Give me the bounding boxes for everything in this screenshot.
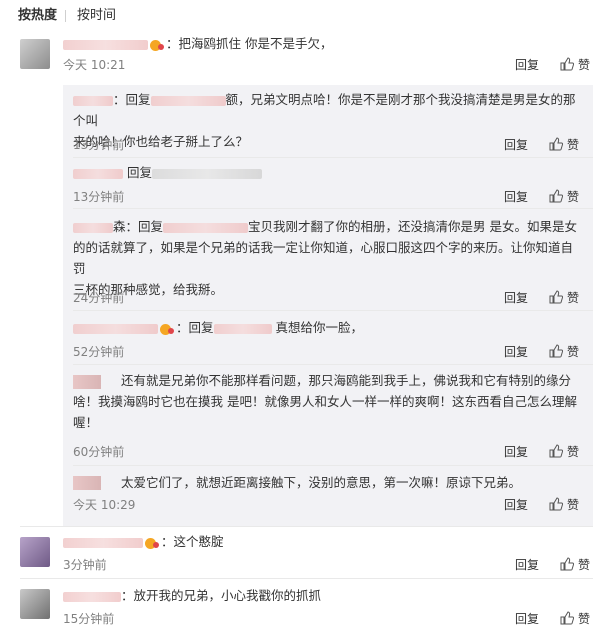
comment-text-line: ：把海鸥抓住 你是不是手欠，	[63, 33, 332, 54]
comment-text: ：这个憨腚	[161, 534, 224, 549]
reply-button[interactable]: 回复	[504, 188, 528, 205]
masked-username[interactable]	[73, 323, 158, 334]
reply-body: 宝贝我刚才翻了你的相册，还没搞清你是男 是女。如果是女	[248, 219, 577, 234]
reply-text: 还有就是兄弟你不能那样看问题，那只海鸥能到我手上，佛说我和它有特别的缘分	[121, 370, 591, 391]
sort-tabs: 按热度 按时间	[0, 0, 611, 32]
like-button[interactable]: 赞	[578, 556, 590, 573]
avatar[interactable]	[20, 537, 50, 567]
comment-item: ：把海鸥抓住 你是不是手欠， 今天 10:21 回复 赞	[0, 31, 611, 75]
masked-username[interactable]	[63, 39, 148, 50]
masked-mention[interactable]	[152, 168, 262, 179]
reply-item: ：回复 真想给你一脸， 52分钟前 回复 赞	[63, 311, 593, 363]
reply-button[interactable]: 回复	[515, 610, 539, 627]
masked-username[interactable]	[73, 168, 123, 179]
like-icon[interactable]	[560, 611, 574, 625]
reply-item: 森：回复 宝贝我刚才翻了你的相册，还没搞清你是男 是女。如果是女的的话就算了，如果…	[63, 209, 593, 307]
tab-sort-hot[interactable]: 按热度	[18, 7, 57, 25]
reply-prefix: 森：回复	[113, 219, 164, 234]
reply-button[interactable]: 回复	[504, 496, 528, 513]
reply-time: 24分钟前	[73, 291, 125, 305]
reply-button[interactable]: 回复	[504, 136, 528, 153]
reply-button[interactable]: 回复	[504, 443, 528, 460]
avatar[interactable]	[20, 589, 50, 619]
like-icon[interactable]	[549, 444, 563, 458]
reply-item: 还有就是兄弟你不能那样看问题，那只海鸥能到我手上，佛说我和它有特别的缘分 啥！我…	[63, 365, 593, 465]
masked-username[interactable]	[63, 537, 143, 548]
like-button[interactable]: 赞	[567, 343, 579, 360]
comment-time: 15分钟前	[63, 612, 115, 626]
reply-text: 太爱它们了，就想近距离接触下，没别的意思，第一次嘛！原谅下兄弟。	[121, 472, 591, 493]
vip-badge-icon	[145, 537, 159, 549]
reply-prefix: ：回复	[113, 92, 151, 107]
like-icon[interactable]	[549, 344, 563, 358]
comment-text: ：放开我的兄弟，小心我戳你的抓抓	[121, 588, 322, 603]
reply-item: ：回复 额，兄弟文明点哈！你是不是刚才那个我没搞清楚是男是女的那个叫 来的哈！你也给…	[63, 85, 593, 157]
reply-time: 13分钟前	[73, 190, 125, 204]
reply-body: 真想给你一脸，	[275, 320, 364, 335]
like-button[interactable]: 赞	[567, 496, 579, 513]
reply-prefix: ：回复	[176, 320, 214, 335]
masked-mention[interactable]	[150, 95, 226, 106]
comment-item: ：放开我的兄弟，小心我戳你的抓抓 15分钟前 回复 赞	[0, 579, 611, 640]
masked-username[interactable]	[73, 476, 101, 490]
tab-separator	[65, 10, 66, 22]
reply-text: 森：回复 宝贝我刚才翻了你的相册，还没搞清你是男 是女。如果是女的的话就算了，如果…	[73, 216, 585, 300]
like-icon[interactable]	[549, 290, 563, 304]
like-icon[interactable]	[549, 137, 563, 151]
comment-time: 3分钟前	[63, 558, 107, 572]
reply-body-continued: 的的话就算了，如果是个兄弟的话我一定让你知道，心服口服这四个字的来历。让你知道自…	[73, 240, 574, 276]
reply-time: 52分钟前	[73, 345, 125, 359]
tab-sort-time[interactable]: 按时间	[77, 7, 116, 25]
reply-body: 还有就是兄弟你不能那样看问题，那只海鸥能到我手上，佛说我和它有特别的缘分	[121, 373, 572, 388]
like-button[interactable]: 赞	[578, 610, 590, 627]
reply-item: 回复 13分钟前 回复 赞	[63, 158, 593, 208]
reply-button[interactable]: 回复	[504, 289, 528, 306]
like-button[interactable]: 赞	[578, 56, 590, 73]
vip-badge-icon	[160, 323, 174, 335]
like-icon[interactable]	[549, 189, 563, 203]
like-button[interactable]: 赞	[567, 443, 579, 460]
reply-button[interactable]: 回复	[515, 556, 539, 573]
reply-text: ：回复 真想给你一脸，	[73, 317, 363, 338]
comment-text-line: ：这个憨腚	[63, 531, 224, 552]
reply-prefix: 回复	[126, 165, 152, 180]
like-icon[interactable]	[549, 497, 563, 511]
reply-body: 太爱它们了，就想近距离接触下，没别的意思，第一次嘛！原谅下兄弟。	[121, 475, 522, 490]
reply-body-continued: 喔！	[73, 415, 99, 430]
comment-text-line: ：放开我的兄弟，小心我戳你的抓抓	[63, 585, 321, 606]
masked-mention[interactable]	[163, 222, 249, 233]
reply-text: 回复	[73, 162, 262, 183]
comment-text: ：把海鸥抓住 你是不是手欠，	[166, 36, 333, 51]
like-icon[interactable]	[560, 57, 574, 71]
vip-badge-icon	[150, 39, 164, 51]
masked-mention[interactable]	[213, 323, 272, 334]
like-button[interactable]: 赞	[567, 289, 579, 306]
masked-username[interactable]	[73, 95, 113, 106]
reply-time: 13分钟前	[73, 138, 125, 152]
reply-text-continued: 啥！我摸海鸥时它也在摸我 是吧！就像男人和女人一样一样的爽啊！这东西看自己怎么理…	[73, 391, 585, 433]
like-button[interactable]: 赞	[567, 188, 579, 205]
reply-body-continued: 啥！我摸海鸥时它也在摸我 是吧！就像男人和女人一样一样的爽啊！这东西看自己怎么理…	[73, 394, 577, 409]
reply-button[interactable]: 回复	[515, 56, 539, 73]
like-button[interactable]: 赞	[567, 136, 579, 153]
avatar[interactable]	[20, 39, 50, 69]
reply-time: 今天 10:29	[73, 498, 136, 512]
comment-time: 今天 10:21	[63, 58, 126, 72]
comment-item: ：这个憨腚 3分钟前 回复 赞	[0, 527, 611, 577]
masked-username[interactable]	[73, 375, 101, 389]
reply-button[interactable]: 回复	[504, 343, 528, 360]
reply-time: 60分钟前	[73, 445, 125, 459]
masked-username[interactable]	[63, 591, 121, 602]
masked-username[interactable]	[73, 222, 113, 233]
like-icon[interactable]	[560, 557, 574, 571]
reply-item: 太爱它们了，就想近距离接触下，没别的意思，第一次嘛！原谅下兄弟。 今天 10:2…	[63, 466, 593, 520]
